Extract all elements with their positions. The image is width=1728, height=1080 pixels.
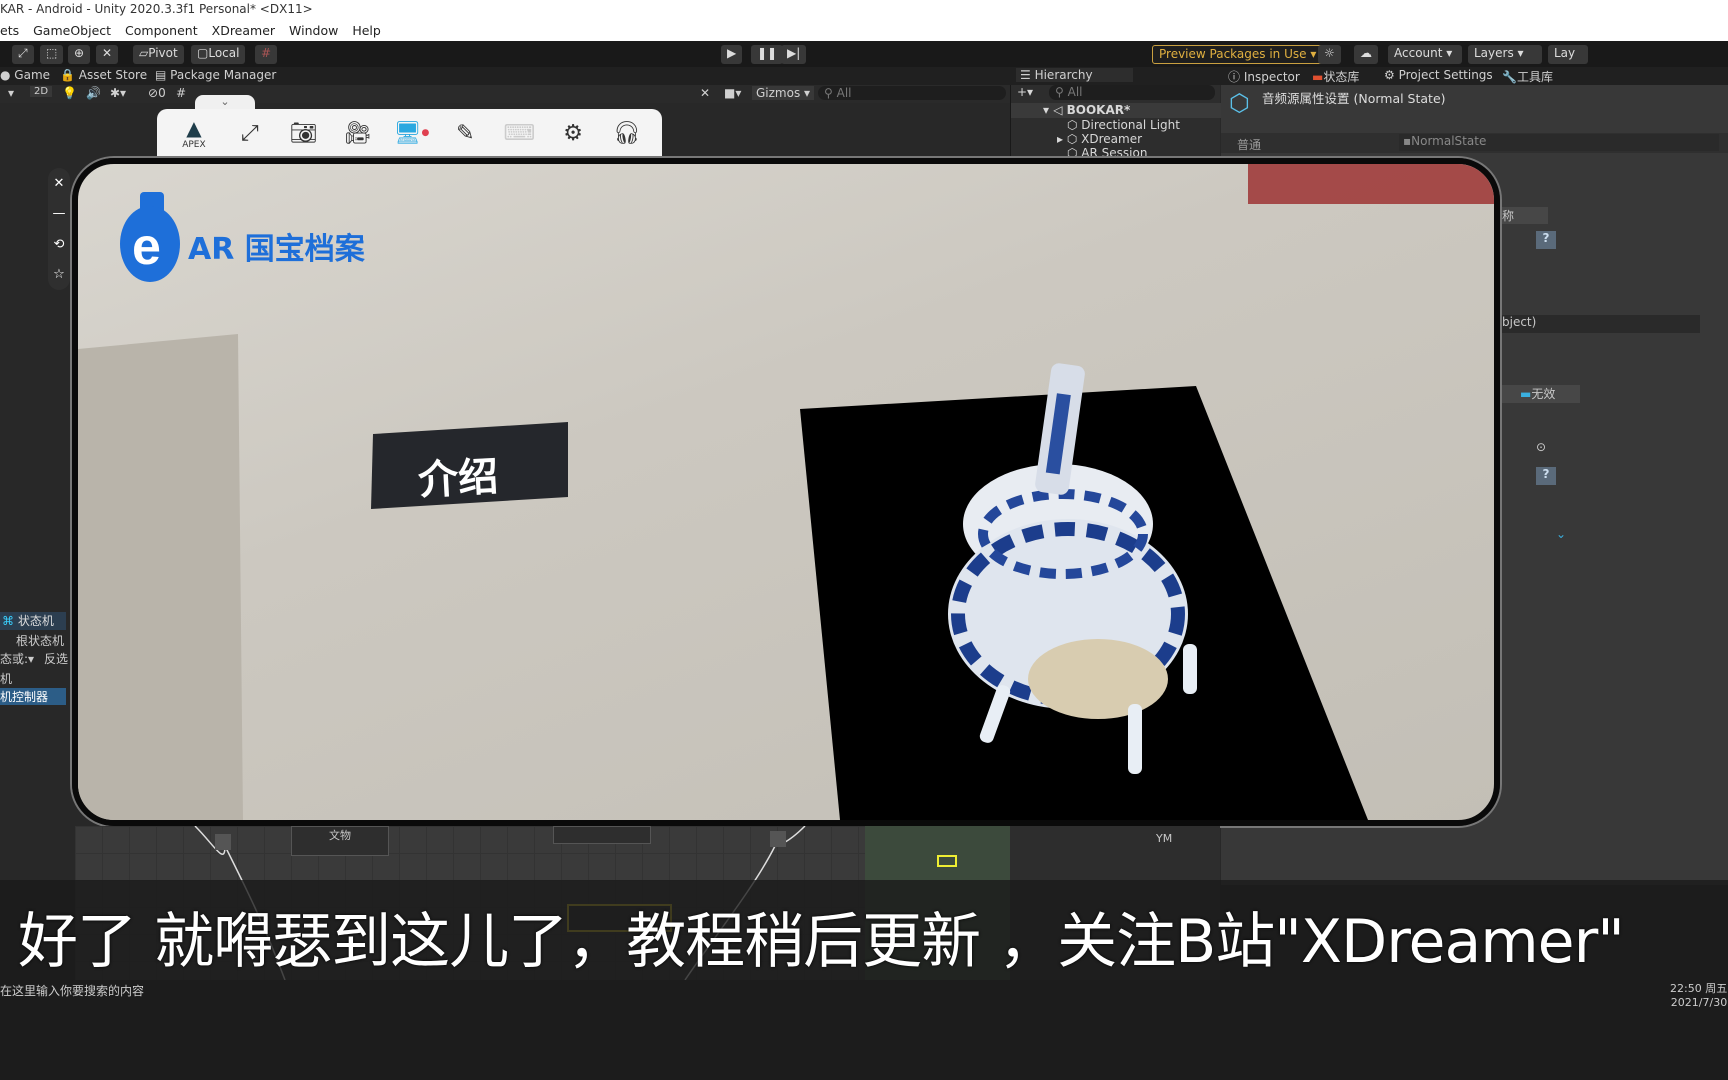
invalid-toggle[interactable]: ▬无效 — [1500, 385, 1580, 403]
menu-window[interactable]: Window — [289, 23, 338, 41]
ear-logo-vase-icon: e — [120, 192, 180, 282]
step-button[interactable]: ▶| — [781, 45, 807, 64]
root-state-machine-label: 根状态机 — [16, 634, 65, 648]
tab-state-library[interactable]: ▬状态库 — [1312, 68, 1359, 85]
invert-button[interactable]: 反选 — [44, 650, 68, 667]
help-icon[interactable]: ? — [1536, 467, 1556, 485]
menu-gameobject[interactable]: GameObject — [33, 23, 111, 41]
phone-mirror-screen: e AR 国宝档案 介绍 — [72, 158, 1500, 826]
menu-help[interactable]: Help — [352, 23, 381, 41]
filter-dropdown[interactable]: 态或:▾ — [0, 650, 34, 667]
headset-icon[interactable]: 🎧︎ — [612, 118, 642, 148]
chevron-down-icon[interactable]: ⌄ — [1551, 527, 1571, 545]
rect-transform-icon[interactable]: ⬚ — [40, 45, 64, 64]
menu-assets[interactable]: ets — [0, 23, 19, 41]
main-toolbar: ⤢ ⬚ ⊕ ✕ ▱Pivot ▢Local # ▶ ❚❚ ▶| Preview … — [0, 41, 1728, 67]
wall-edge — [78, 334, 243, 820]
hidden-objects-toggle[interactable]: ⊘0 — [148, 86, 166, 100]
tab-row: ● Game 🔒 Asset Store ▤ Package Manager ☰… — [0, 67, 1728, 85]
custom-tool-icon[interactable]: ✕ — [96, 45, 119, 64]
ear-logo-text: AR 国宝档案 — [188, 232, 365, 267]
menu-xdreamer[interactable]: XDreamer — [212, 23, 275, 41]
layout-dropdown[interactable]: Lay — [1548, 45, 1588, 64]
hierarchy-item[interactable]: ⬡ Directional Light — [1011, 118, 1221, 133]
2d-toggle[interactable]: 2D — [30, 86, 53, 97]
screen-cast-icon[interactable]: 🖥︎ ● — [394, 118, 430, 148]
rect-tool-icon[interactable]: ⤢ — [12, 45, 34, 64]
grid-snap-icon[interactable]: # — [255, 45, 278, 64]
local-button[interactable]: ▢Local — [191, 45, 246, 64]
object-field[interactable]: bject) — [1500, 315, 1700, 333]
taskbar-clock[interactable]: 22:50 周五 2021/7/30 — [1670, 980, 1727, 1009]
tree-item-selected[interactable]: 机控制器 — [0, 688, 66, 705]
hierarchy-search-input[interactable]: ⚲ All — [1049, 85, 1215, 100]
pivot-button[interactable]: ▱Pivot — [133, 45, 184, 64]
gizmos-dropdown[interactable]: Gizmos ▾ — [752, 86, 815, 100]
layers-dropdown[interactable]: Layers ▾ — [1468, 45, 1542, 64]
brush-icon[interactable]: ✎ — [450, 118, 480, 148]
svg-text:e: e — [132, 218, 161, 276]
taskbar-search-input[interactable]: 在这里输入你要搜索的内容 — [0, 982, 270, 999]
services-icon[interactable]: ☼ — [1318, 45, 1341, 64]
fullscreen-icon[interactable]: ⤢ — [235, 118, 265, 148]
windows-taskbar: 在这里输入你要搜索的内容 22:50 周五 2021/7/30 — [0, 980, 1728, 1080]
tools-icon[interactable]: ✕ — [700, 86, 710, 100]
apex-floating-toolbar: ▲ APEX ⤢ 📷︎ 🎥︎ 🖥︎ ● ✎ ⌨ ⚙ 🎧︎ — [157, 109, 662, 157]
help-icon[interactable]: ? — [1536, 231, 1556, 249]
window-title-bar: KAR - Android - Unity 2020.3.3f1 Persona… — [0, 0, 1728, 21]
video-subtitle: 好了 就嘚瑟到这儿了，教程稍后更新 ，关注B站"XDreamer" — [18, 907, 1625, 977]
mirror-side-controls: ✕ — ⟲ ☆ — [48, 168, 70, 290]
tab-game[interactable]: ● Game — [0, 68, 50, 82]
node-cultural-relic[interactable]: 文物 — [291, 826, 389, 856]
script-cube-icon: ⬡ — [1229, 89, 1250, 117]
window-title: KAR - Android - Unity 2020.3.3f1 Persona… — [0, 2, 313, 16]
tab-asset-store[interactable]: 🔒 Asset Store — [60, 68, 147, 82]
tab-inspector[interactable]: ⓘ Inspector — [1228, 68, 1300, 85]
ym-label: YM — [1156, 832, 1173, 845]
close-icon[interactable]: ✕ — [54, 176, 65, 191]
inspector-title: 音频源属性设置 (Normal State) — [1262, 91, 1446, 106]
transform-tool-icon[interactable]: ⊕ — [68, 45, 91, 64]
pin-icon[interactable]: ☆ — [53, 267, 65, 282]
pause-button[interactable]: ❚❚ — [751, 45, 784, 64]
state-machine-panel: ⌘ 状态机 根状态机 态或:▾ 反选 机 机控制器 — [0, 612, 70, 777]
camera-icon[interactable]: 📷︎ — [289, 118, 319, 148]
effects-icon[interactable]: ✱▾ — [110, 86, 126, 100]
tree-item[interactable]: 机 — [0, 670, 12, 687]
tab-hierarchy[interactable]: ☰ Hierarchy — [1016, 68, 1133, 82]
game-view-toolbar: ▾ 2D 💡 🔊 ✱▾ ⊘0 # ✕ ■▾ Gizmos ▾ ⚲ All — [0, 85, 1010, 103]
dropdown-icon[interactable]: ▾ — [8, 86, 14, 100]
lighting-icon[interactable]: 💡 — [62, 86, 77, 100]
red-object — [1248, 164, 1494, 204]
general-label: 普通 — [1237, 138, 1262, 152]
rotate-icon[interactable]: ⟲ — [54, 237, 65, 252]
node[interactable] — [553, 826, 651, 844]
hierarchy-item[interactable]: ▸ ⬡ XDreamer — [1011, 132, 1221, 147]
keyboard-icon[interactable]: ⌨ — [503, 118, 535, 148]
name-column-header: 称 — [1500, 207, 1548, 224]
preview-packages-button[interactable]: Preview Packages in Use ▾ — [1152, 45, 1324, 64]
camera-icon[interactable]: ■▾ — [724, 86, 741, 100]
target-icon[interactable]: ⊙ — [1536, 440, 1546, 454]
play-button[interactable]: ▶ — [721, 45, 743, 64]
menu-component[interactable]: Component — [125, 23, 198, 41]
intro-label[interactable]: 介绍 — [417, 444, 500, 506]
audio-icon[interactable]: 🔊 — [86, 86, 101, 100]
minimize-icon[interactable]: — — [53, 206, 66, 221]
general-row: 普通 ▪NormalState — [1221, 133, 1728, 153]
apex-logo: ▲ APEX — [182, 116, 206, 150]
state-machine-tab[interactable]: ⌘ 状态机 — [0, 612, 66, 630]
scene-row[interactable]: ▾ ◁ BOOKAR* — [1011, 103, 1221, 118]
state-object-field[interactable]: ▪NormalState — [1399, 134, 1719, 151]
account-dropdown[interactable]: Account ▾ — [1388, 45, 1462, 64]
tab-package-manager[interactable]: ▤ Package Manager — [155, 68, 276, 82]
settings-icon[interactable]: ⚙ — [558, 118, 588, 148]
scene-search-input[interactable]: ⚲ All — [818, 86, 1006, 100]
grid-icon[interactable]: # — [176, 86, 186, 100]
video-record-icon[interactable]: 🎥︎ — [343, 118, 373, 148]
tab-project-settings[interactable]: ⚙ Project Settings — [1384, 68, 1493, 82]
menu-bar: ets GameObject Component XDreamer Window… — [0, 21, 1728, 41]
tab-toolbox[interactable]: 🔧工具库 — [1502, 68, 1553, 85]
cloud-icon[interactable]: ☁ — [1354, 45, 1378, 64]
